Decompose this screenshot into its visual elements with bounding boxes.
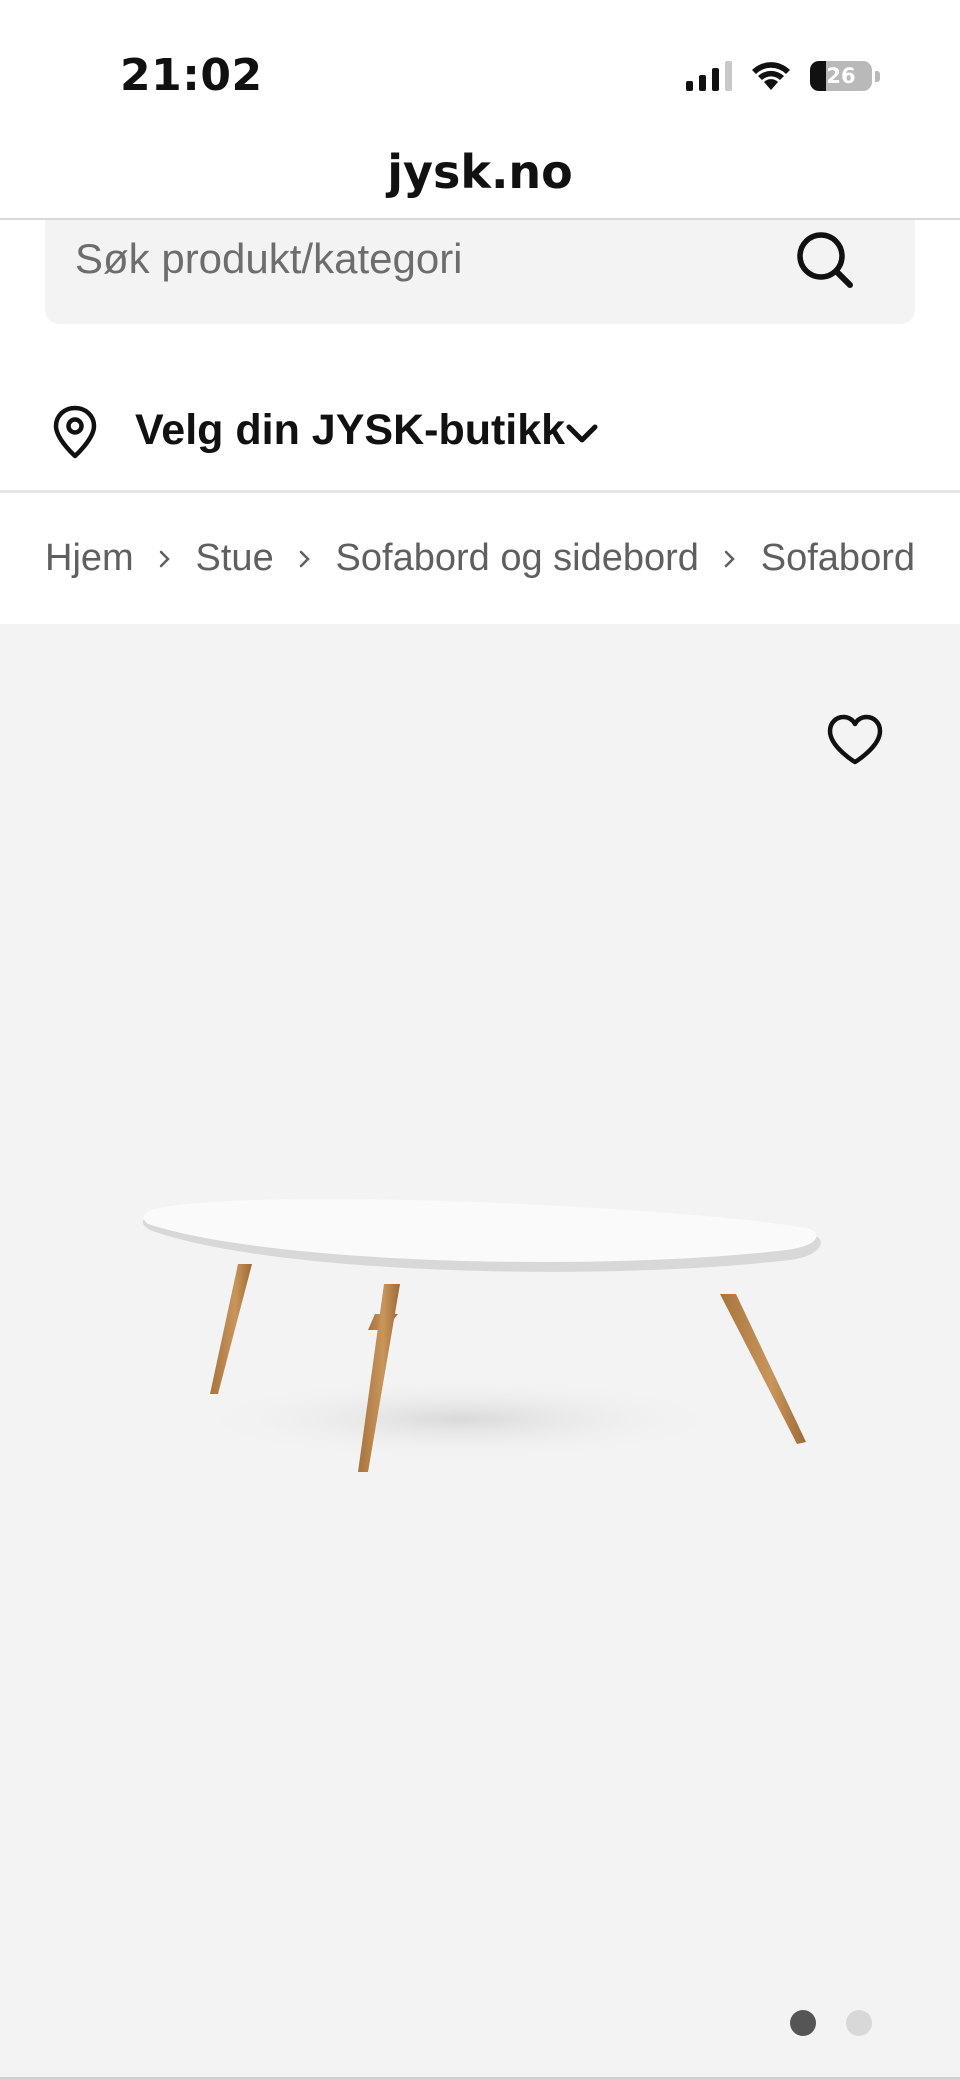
chevron-right-icon xyxy=(699,537,761,580)
heart-outline-icon xyxy=(827,714,883,765)
gallery-dot-1[interactable] xyxy=(790,2010,816,2036)
store-selector[interactable]: Velg din JYSK-butikk xyxy=(0,390,960,493)
battery-icon: 26 xyxy=(810,61,872,91)
breadcrumb-item-stue[interactable]: Stue xyxy=(196,537,274,580)
store-selector-label[interactable]: Velg din JYSK-butikk xyxy=(135,406,565,455)
battery-tip xyxy=(875,70,880,82)
chevron-right-icon xyxy=(274,537,336,580)
breadcrumb-item-sofabord-og-sidebord[interactable]: Sofabord og sidebord xyxy=(336,537,699,580)
search-box xyxy=(45,220,915,324)
breadcrumb: Hjem Stue Sofabord og sidebord Sofabord xyxy=(45,492,915,624)
breadcrumb-item-sofabord[interactable]: Sofabord xyxy=(761,537,915,580)
cellular-signal-icon xyxy=(686,61,732,91)
battery-level: 26 xyxy=(826,64,856,88)
product-page: 21:02 26 jysk.no Søk produkt/kategori Ve… xyxy=(0,0,960,2079)
status-time: 21:02 xyxy=(120,50,263,101)
status-bar: 21:02 26 xyxy=(0,0,960,130)
favorite-button[interactable] xyxy=(826,714,884,766)
chevron-down-icon[interactable] xyxy=(562,414,602,454)
location-pin-icon xyxy=(53,405,97,459)
coffee-table-product-image xyxy=(142,1198,821,1472)
gallery-pagination xyxy=(790,2010,872,2036)
url-text[interactable]: jysk.no xyxy=(387,145,573,199)
gallery-dot-2[interactable] xyxy=(846,2010,872,2036)
search-button[interactable] xyxy=(795,230,855,290)
product-gallery[interactable] xyxy=(0,624,960,2079)
wifi-icon xyxy=(752,62,790,90)
search-icon xyxy=(797,232,853,288)
address-bar[interactable]: jysk.no xyxy=(0,130,960,220)
status-icons: 26 xyxy=(686,56,880,96)
chevron-right-icon xyxy=(134,537,196,580)
search-input[interactable] xyxy=(75,220,775,298)
breadcrumb-item-hjem[interactable]: Hjem xyxy=(45,537,134,580)
